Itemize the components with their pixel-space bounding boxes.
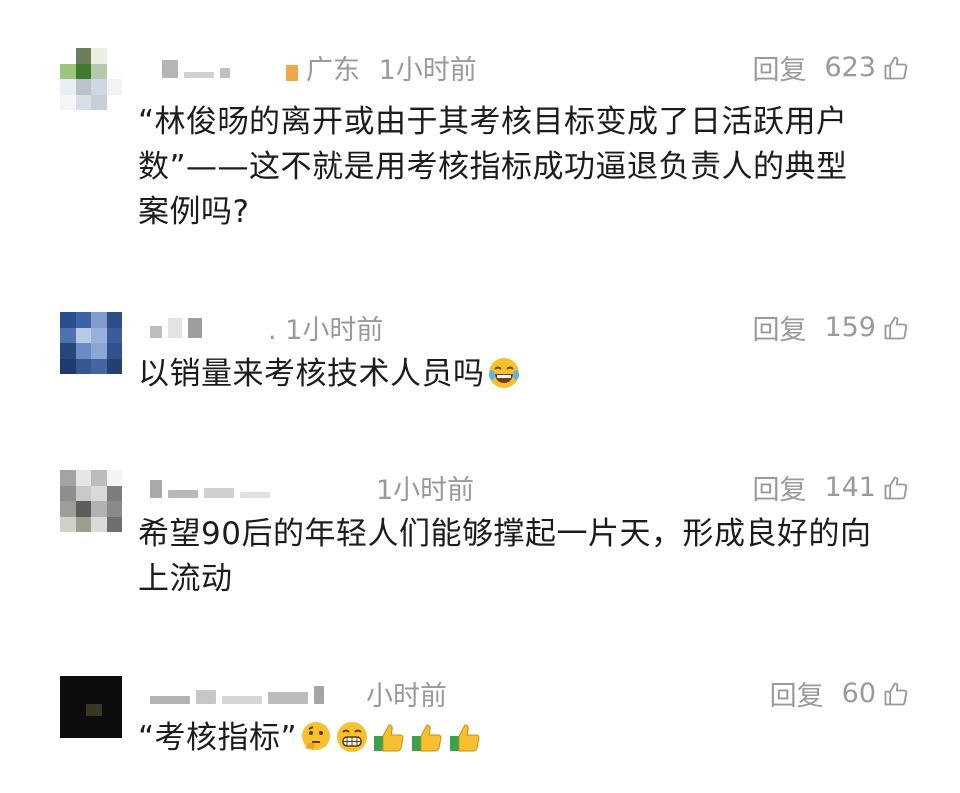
timestamp: 1小时前 [376, 475, 475, 506]
comment-text: 希望90后的年轻人们能够撑起一片天，形成良好的向 上流动 [138, 512, 910, 602]
tears-of-joy-emoji [487, 356, 521, 403]
comment-text-line: 上流动 [138, 561, 233, 597]
comment-meta-text: 广东 1小时前 [286, 48, 477, 87]
comment-meta: 1小时前 回复 141 [140, 466, 910, 506]
thumbs-up-outline-icon [882, 680, 910, 708]
comment-meta-text: 小时前 [366, 674, 447, 713]
username-blurred[interactable] [150, 682, 324, 704]
timestamp: . 1小时前 [268, 315, 384, 346]
thumbs-up-outline-icon [882, 54, 910, 82]
comment-meta: 广东 1小时前 回复 623 [140, 46, 910, 86]
avatar[interactable] [60, 312, 122, 374]
comment-text: “考核指标” [138, 716, 910, 767]
avatar[interactable] [60, 676, 122, 738]
reply-button[interactable]: 回复 [752, 308, 806, 347]
comment-meta: . 1小时前 回复 159 [140, 306, 910, 346]
comment-actions: 回复 159 [752, 308, 910, 347]
timestamp: 小时前 [366, 681, 447, 712]
like-button[interactable]: 141 [824, 472, 910, 503]
comment-text: 以销量来考核技术人员吗 [138, 352, 910, 403]
like-count: 159 [824, 312, 876, 343]
thumbs-up-emoji [447, 720, 483, 767]
comment-text: “林俊旸的离开或由于其考核目标变成了日活跃用户 数”——这不就是用考核指标成功逼… [138, 100, 910, 235]
comment-text-line: 希望90后的年轻人们能够撑起一片天，形成良好的向 [138, 516, 872, 552]
avatar[interactable] [60, 470, 122, 532]
region-label: 广东 [306, 55, 360, 86]
thinking-emoji [299, 720, 333, 767]
thumbs-up-emoji [409, 720, 445, 767]
thumbs-up-emoji [371, 720, 407, 767]
comment-actions: 回复 141 [752, 468, 910, 507]
thumbs-up-outline-icon [882, 314, 910, 342]
comment-text-line: 案例吗? [138, 194, 250, 230]
username-blurred[interactable] [150, 316, 202, 338]
username-blurred[interactable] [162, 56, 230, 78]
comment-text-line: 数”——这不就是用考核指标成功逼退负责人的典型 [138, 149, 848, 185]
comment-text-line: “林俊旸的离开或由于其考核目标变成了日活跃用户 [138, 104, 848, 140]
reply-button[interactable]: 回复 [752, 48, 806, 87]
like-count: 141 [824, 472, 876, 503]
reply-button[interactable]: 回复 [752, 468, 806, 507]
like-count: 60 [841, 678, 876, 709]
like-button[interactable]: 623 [824, 52, 910, 83]
comment-text-line: 以销量来考核技术人员吗 [138, 356, 485, 392]
comment-meta: 小时前 回复 60 [140, 672, 910, 712]
comment-actions: 回复 623 [752, 48, 910, 87]
comment-meta-text: . 1小时前 [268, 308, 383, 347]
like-button[interactable]: 60 [842, 678, 910, 709]
comment-text-line: “考核指标” [138, 720, 298, 756]
thumbs-up-outline-icon [882, 474, 910, 502]
comment-meta-text: 1小时前 [376, 468, 474, 507]
like-count: 623 [824, 52, 876, 83]
timestamp: 1小时前 [378, 55, 477, 86]
like-button[interactable]: 159 [824, 312, 910, 343]
comment-actions: 回复 60 [770, 674, 910, 713]
avatar[interactable] [60, 48, 122, 110]
grinning-emoji [335, 720, 369, 767]
username-blurred[interactable] [150, 476, 270, 498]
reply-button[interactable]: 回复 [770, 674, 824, 713]
location-badge-icon [286, 65, 298, 81]
